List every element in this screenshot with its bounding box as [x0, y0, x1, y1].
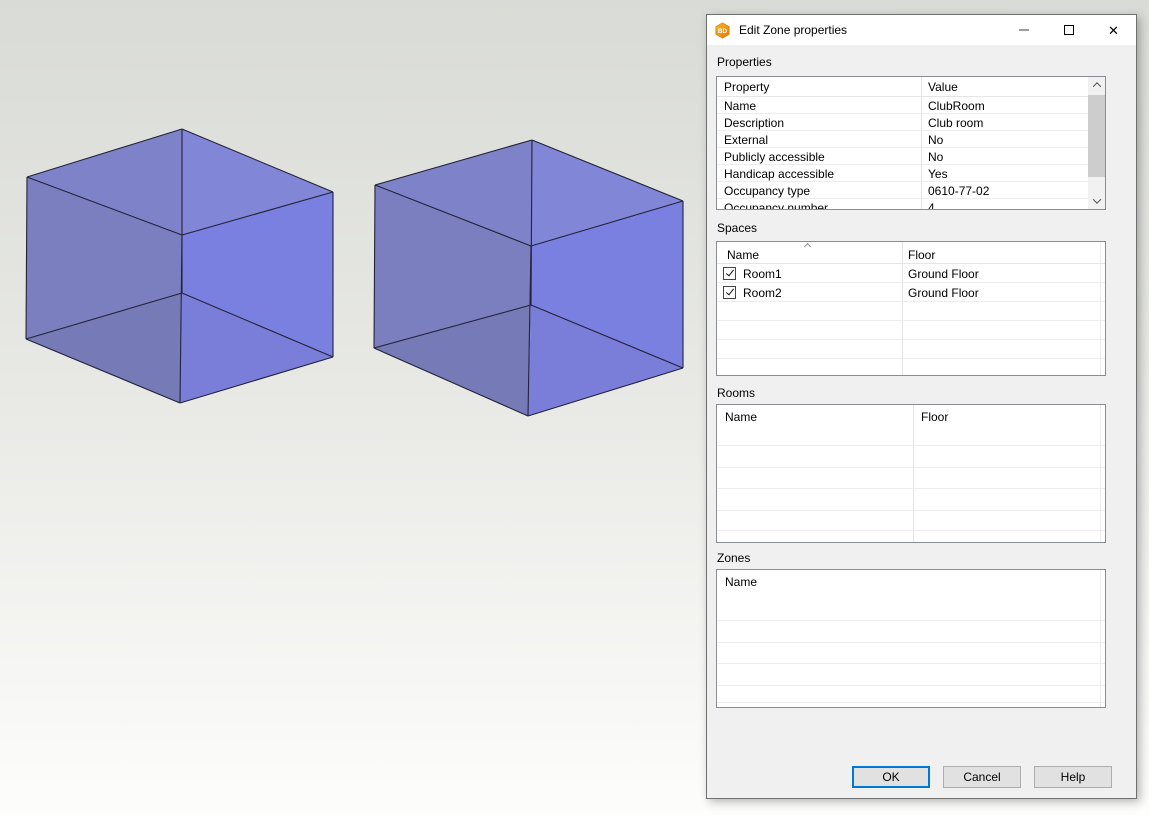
property-row[interactable]: NameClubRoom: [717, 97, 1088, 114]
spaces-header[interactable]: Name Floor: [717, 242, 1105, 264]
rooms-rows: [717, 429, 1105, 542]
ok-button[interactable]: OK: [852, 766, 930, 788]
spaces-col-name[interactable]: Name: [727, 248, 759, 262]
spaces-col-floor[interactable]: Floor: [908, 248, 935, 262]
space-row[interactable]: Room1 Ground Floor: [717, 264, 1105, 283]
help-button[interactable]: Help: [1034, 766, 1112, 788]
scroll-down-button[interactable]: [1088, 193, 1105, 209]
space-row[interactable]: Room2 Ground Floor: [717, 283, 1105, 302]
zone-box-1[interactable]: [26, 129, 333, 403]
empty-row: [717, 340, 1105, 359]
minimize-button[interactable]: [1001, 15, 1046, 45]
property-row[interactable]: DescriptionClub room: [717, 114, 1088, 131]
zone-box-2[interactable]: [374, 140, 683, 416]
zones-header[interactable]: Name: [717, 570, 1105, 594]
chevron-down-icon: [1092, 195, 1100, 203]
edit-zone-properties-dialog: BD Edit Zone properties ✕ Properties Pro…: [706, 14, 1137, 799]
zones-table[interactable]: Name: [716, 569, 1106, 708]
empty-row: [717, 686, 1105, 703]
space-checkbox[interactable]: [723, 267, 736, 280]
scroll-up-button[interactable]: [1088, 77, 1105, 93]
zones-label: Zones: [717, 551, 750, 565]
rooms-col-name[interactable]: Name: [725, 410, 757, 424]
dialog-title: Edit Zone properties: [739, 23, 847, 37]
empty-row: [717, 489, 1105, 511]
sort-ascending-icon: [804, 243, 811, 250]
cancel-button[interactable]: Cancel: [943, 766, 1021, 788]
check-icon: [726, 287, 734, 296]
properties-label: Properties: [717, 55, 772, 69]
properties-rows: NameClubRoom DescriptionClub room Extern…: [717, 97, 1088, 209]
scrollbar-thumb[interactable]: [1088, 95, 1105, 177]
chevron-up-icon: [1092, 82, 1100, 90]
properties-scrollbar[interactable]: [1088, 77, 1105, 209]
empty-row: [717, 359, 1105, 375]
empty-row: [717, 321, 1105, 340]
properties-col-property[interactable]: Property: [724, 80, 769, 94]
maximize-button[interactable]: [1046, 15, 1091, 45]
minimize-icon: [1019, 29, 1029, 31]
svg-text:BD: BD: [718, 28, 728, 35]
property-row[interactable]: Handicap accessibleYes: [717, 165, 1088, 182]
empty-row: [717, 664, 1105, 686]
zones-col-name[interactable]: Name: [725, 575, 757, 589]
property-row[interactable]: Publicly accessibleNo: [717, 148, 1088, 165]
rooms-header[interactable]: Name Floor: [717, 405, 1105, 429]
spaces-rows: Room1 Ground Floor Room2 Ground Floor: [717, 264, 1105, 375]
property-row[interactable]: Occupancy type0610-77-02: [717, 182, 1088, 199]
property-row-clipped[interactable]: Occupancy number4: [717, 199, 1088, 209]
app-badge-icon: BD: [714, 22, 731, 39]
empty-row: [717, 643, 1105, 664]
empty-row: [717, 511, 1105, 531]
rooms-label: Rooms: [717, 386, 755, 400]
properties-table[interactable]: Property Value NameClubRoom DescriptionC…: [716, 76, 1106, 210]
spaces-table[interactable]: Name Floor Room1 Ground Floor Room2 Grou…: [716, 241, 1106, 376]
properties-header[interactable]: Property Value: [717, 77, 1105, 97]
empty-row: [717, 468, 1105, 489]
maximize-icon: [1064, 25, 1074, 35]
properties-col-value[interactable]: Value: [928, 80, 958, 94]
close-icon: ✕: [1108, 24, 1119, 37]
spaces-label: Spaces: [717, 221, 757, 235]
rooms-table[interactable]: Name Floor: [716, 404, 1106, 543]
property-row[interactable]: ExternalNo: [717, 131, 1088, 148]
space-checkbox[interactable]: [723, 286, 736, 299]
close-button[interactable]: ✕: [1091, 15, 1136, 45]
empty-row: [717, 429, 1105, 446]
empty-row: [717, 302, 1105, 321]
dialog-titlebar[interactable]: BD Edit Zone properties ✕: [707, 15, 1136, 45]
empty-row: [717, 621, 1105, 643]
rooms-col-floor[interactable]: Floor: [921, 410, 948, 424]
check-icon: [726, 268, 734, 277]
empty-row: [717, 594, 1105, 621]
zones-rows: [717, 594, 1105, 707]
empty-row: [717, 446, 1105, 468]
